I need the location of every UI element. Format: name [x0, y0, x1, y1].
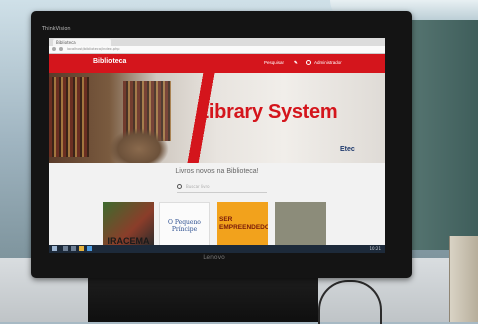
explorer-icon[interactable]: [79, 246, 84, 251]
etec-logo: Etec: [340, 146, 355, 153]
address-text[interactable]: localhost/biblioteca/index.php: [67, 47, 217, 52]
clock: 10:21: [369, 246, 381, 251]
start-icon[interactable]: [52, 246, 57, 251]
hero-title: Library System: [197, 101, 338, 123]
monitor-stand: [88, 278, 318, 322]
reload-icon[interactable]: [59, 47, 63, 51]
nav-admin-link[interactable]: Administrador: [314, 60, 342, 65]
cardboard-box: [449, 236, 478, 322]
book-card[interactable]: SER EMPREENDEDOR: [217, 202, 268, 246]
site-navbar: Biblioteca Pesquisar ✎ Administrador: [49, 54, 385, 73]
site-brand[interactable]: Biblioteca: [93, 58, 126, 65]
browser-tab[interactable]: Biblioteca: [53, 39, 111, 46]
book-card[interactable]: IRACEMA: [103, 202, 154, 246]
back-icon[interactable]: [52, 47, 56, 51]
monitor-brand: Lenovo: [203, 254, 225, 261]
address-bar[interactable]: localhost/biblioteca/index.php: [49, 46, 385, 54]
section-title: Livros novos na Biblioteca!: [175, 168, 259, 175]
search-taskbar-icon[interactable]: [63, 246, 68, 251]
nav-search-link[interactable]: Pesquisar: [264, 60, 284, 65]
book-search[interactable]: Buscar livro: [177, 184, 267, 193]
task-view-icon[interactable]: [71, 246, 76, 251]
monitor-model-mark: ThinkVision: [42, 26, 71, 32]
hero-banner: Library System Etec: [49, 73, 385, 163]
book-title: O Pequeno Príncipe: [168, 219, 201, 233]
browser-tabbar: Biblioteca: [49, 38, 385, 46]
book-title: SER EMPREENDEDOR: [219, 216, 268, 231]
book-card[interactable]: [275, 202, 326, 246]
reader-image: [109, 128, 169, 163]
bookshelf-image: [49, 77, 89, 157]
wrench-icon[interactable]: ✎: [294, 60, 298, 66]
book-card[interactable]: O Pequeno Príncipe: [159, 202, 210, 246]
screen: Biblioteca localhost/biblioteca/index.ph…: [49, 38, 385, 253]
windows-taskbar: 10:21: [49, 245, 385, 253]
power-icon[interactable]: [306, 60, 311, 65]
search-input[interactable]: Buscar livro: [186, 184, 210, 190]
search-icon[interactable]: [177, 184, 182, 189]
browser-icon[interactable]: [87, 246, 92, 251]
